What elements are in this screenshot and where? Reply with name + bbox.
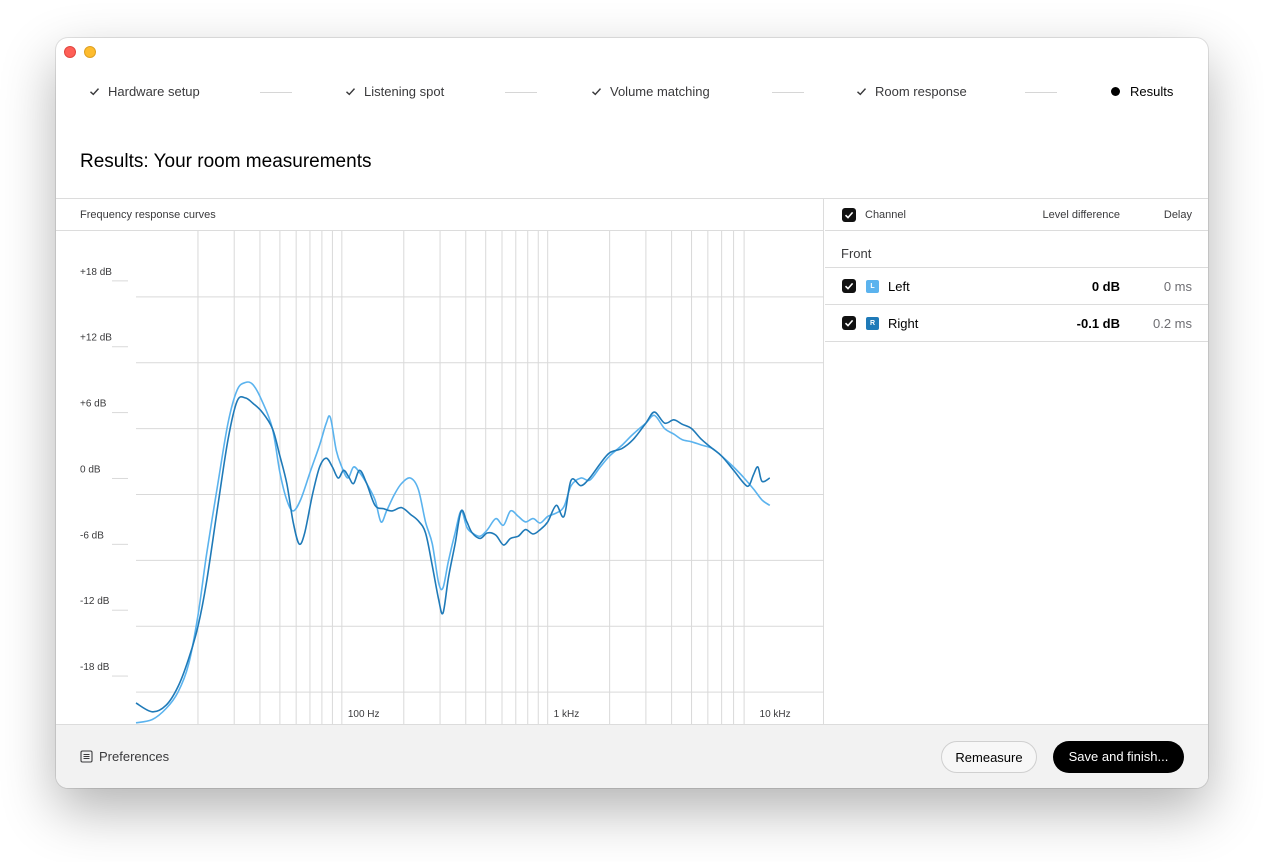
frequency-response-chart: +18 dB +12 dB +6 dB 0 dB -6 dB -12 dB -18 dB 1… [80, 231, 824, 725]
window-controls [64, 46, 96, 58]
step-hardware-setup: Hardware setup [89, 84, 200, 99]
channel-name: Left [888, 279, 910, 294]
step-separator [260, 92, 292, 93]
frequency-curve-right [135, 395, 771, 713]
check-icon [592, 88, 602, 96]
close-window-button[interactable] [64, 46, 76, 58]
select-all-checkbox[interactable] [842, 208, 856, 222]
chart-header: Frequency response curves [56, 199, 824, 231]
page-title: Results: Your room measurements [80, 151, 372, 172]
preferences-button[interactable]: Preferences [80, 749, 169, 764]
channel-group-label: Front [841, 246, 872, 261]
step-results: Results [1111, 84, 1173, 99]
chart-panel: Frequency response curves +18 dB +12 dB +6… [56, 199, 824, 725]
delay-value: 0 ms [1163, 279, 1192, 294]
current-step-dot-icon [1111, 87, 1120, 96]
y-tick-label: -6 dB [80, 530, 104, 541]
y-tick-label: +12 dB [80, 333, 112, 344]
channel-badge-right: R [866, 317, 879, 330]
y-tick-label: +18 dB [80, 267, 112, 278]
results-content: Frequency response curves +18 dB +12 dB +6… [56, 198, 1208, 725]
check-icon [90, 88, 100, 96]
table-row-right: R Right -0.1 dB 0.2 ms [825, 305, 1208, 342]
y-tick-label: 0 dB [80, 464, 101, 475]
step-label: Volume matching [610, 84, 710, 99]
channel-table: Channel Level difference Delay Front L L… [825, 199, 1208, 725]
remeasure-button[interactable]: Remeasure [941, 741, 1037, 773]
column-header-channel: Channel [865, 209, 906, 221]
channel-name: Right [888, 316, 919, 331]
column-header-delay: Delay [1163, 209, 1192, 221]
step-label: Listening spot [364, 84, 445, 99]
column-header-level-difference: Level difference [1042, 209, 1120, 221]
step-separator [1025, 92, 1057, 93]
table-header: Channel Level difference Delay [825, 199, 1208, 231]
save-and-finish-button[interactable]: Save and finish... [1053, 741, 1184, 773]
level-difference-value: 0 dB [1091, 279, 1120, 294]
step-label: Room response [875, 84, 967, 99]
x-tick-label: 10 kHz [760, 709, 791, 720]
step-label: Results [1130, 84, 1174, 99]
step-progress: Hardware setup Listening spot Volume mat… [56, 84, 1208, 102]
y-tick-label: -18 dB [80, 662, 110, 673]
step-label: Hardware setup [108, 84, 200, 99]
y-tick-label: +6 dB [80, 399, 107, 410]
checkmark-icon [844, 211, 854, 219]
minimize-window-button[interactable] [84, 46, 96, 58]
right-channel-checkbox[interactable] [842, 316, 856, 330]
preferences-label: Preferences [99, 749, 170, 764]
checkmark-icon [844, 319, 854, 327]
step-separator [505, 92, 537, 93]
chart-title: Frequency response curves [80, 209, 216, 221]
preferences-icon [80, 750, 93, 763]
check-icon [346, 88, 356, 96]
x-tick-label: 1 kHz [554, 709, 580, 720]
channel-badge-left: L [866, 280, 879, 293]
step-listening-spot: Listening spot [345, 84, 444, 99]
footer-bar: Preferences Remeasure Save and finish... [56, 724, 1208, 788]
x-tick-label: 100 Hz [348, 709, 380, 720]
step-volume-matching: Volume matching [591, 84, 710, 99]
delay-value: 0.2 ms [1152, 316, 1192, 331]
step-separator [772, 92, 804, 93]
level-difference-value: -0.1 dB [1076, 316, 1120, 331]
check-icon [857, 88, 867, 96]
checkmark-icon [844, 282, 854, 290]
table-row-left: L Left 0 dB 0 ms [825, 268, 1208, 305]
app-window: Hardware setup Listening spot Volume mat… [56, 38, 1208, 788]
y-tick-label: -12 dB [80, 596, 110, 607]
step-room-response: Room response [856, 84, 967, 99]
left-channel-checkbox[interactable] [842, 279, 856, 293]
